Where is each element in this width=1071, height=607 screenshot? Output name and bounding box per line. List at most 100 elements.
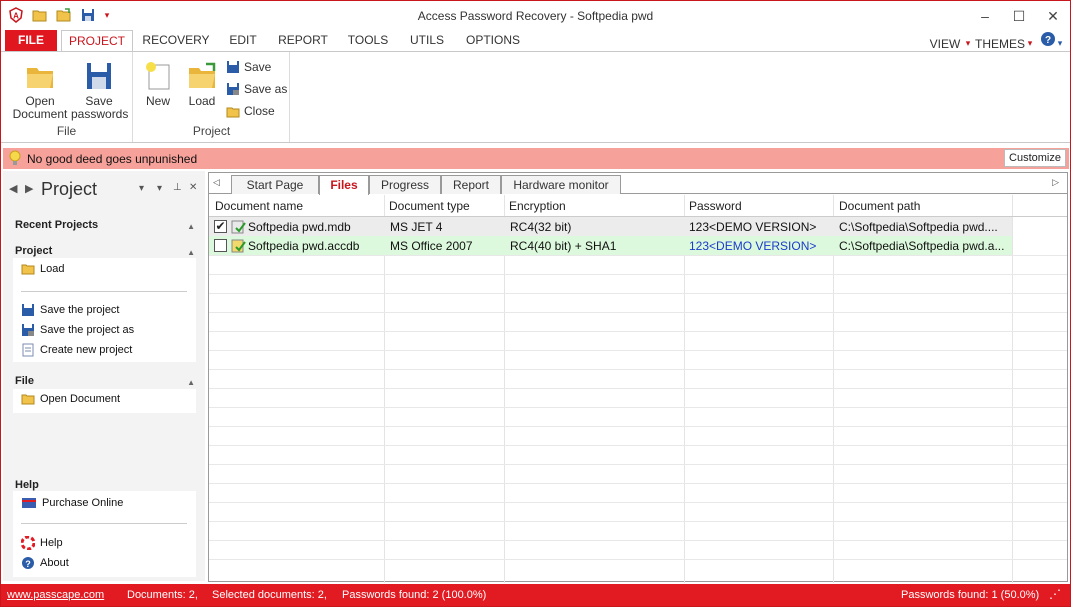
purchase-online-label: Purchase Online [42, 497, 124, 509]
grid-row-line [209, 426, 1067, 427]
load-link-label: Load [40, 263, 65, 275]
website-link[interactable]: www.passcape.com [7, 589, 104, 601]
save-passwords-button[interactable]: Save passwords [69, 60, 129, 121]
file-group-label: File [56, 124, 77, 138]
grid-row-line [209, 350, 1067, 351]
tab-recovery[interactable]: RECOVERY [141, 30, 211, 51]
load-project-link[interactable]: Load [21, 263, 64, 275]
open-document-link[interactable]: Open Document [21, 393, 120, 405]
file-collapse-icon[interactable]: ▲ [187, 378, 195, 387]
tabs-scroll-left-icon[interactable]: ◁ [213, 177, 220, 188]
col-password[interactable]: Password [689, 199, 742, 213]
about-link[interactable]: ? About [21, 556, 69, 570]
ribbon-group-file: Open Document Save passwords File [1, 52, 133, 142]
help-section-header[interactable]: Help [15, 479, 39, 491]
load-project-button[interactable]: Load [182, 60, 222, 108]
col-document-name[interactable]: Document name [215, 199, 303, 213]
close-project-button[interactable]: Close [226, 104, 275, 118]
cell-encryption: RC4(40 bit) + SHA1 [510, 239, 617, 253]
tab-progress[interactable]: Progress [369, 175, 441, 194]
project-section-box: Load Save the project Save the project a… [13, 258, 196, 362]
save-project-button[interactable]: Save [226, 60, 271, 74]
save-as-small-icon [227, 83, 239, 95]
passwords-found-right: Passwords found: 1 (50.0%) [901, 589, 1040, 601]
minimize-icon[interactable]: – [968, 1, 1002, 31]
purchase-online-link[interactable]: Purchase Online [21, 497, 123, 509]
tabs-scroll-right-icon[interactable]: ▷ [1052, 177, 1059, 188]
new-project-button[interactable]: New [140, 60, 176, 108]
file-section-box: Open Document [13, 389, 196, 413]
ribbon: Open Document Save passwords File New Lo… [1, 51, 1070, 143]
pin-icon[interactable]: ⊥ [173, 182, 182, 193]
recent-projects-header[interactable]: Recent Projects [15, 219, 98, 231]
save-project-link[interactable]: Save the project [21, 303, 120, 317]
table-row[interactable]: ✔ Softpedia pwd.mdb MS JET 4 RC4(32 bit)… [209, 217, 1012, 236]
customize-button[interactable]: Customize [1004, 149, 1066, 167]
save-as-project-label: Save as [244, 82, 288, 96]
info-bar: No good deed goes unpunished Customize [3, 148, 1069, 169]
main-content: ◁ Start Page Files Progress Report Hardw… [208, 172, 1068, 583]
files-grid: Document name Document type Encryption P… [209, 195, 1067, 583]
cell-password: 123<DEMO VERSION> [689, 220, 817, 234]
row-checkbox[interactable]: ✔ [214, 220, 227, 233]
grid-row-line [209, 274, 1067, 275]
tab-report[interactable]: REPORT [275, 30, 331, 51]
tab-utils[interactable]: UTILS [405, 30, 449, 51]
row-checkbox[interactable] [214, 239, 227, 252]
grid-column-divider [1012, 195, 1013, 583]
tab-options[interactable]: OPTIONS [461, 30, 525, 51]
forward-arrow-icon[interactable]: ▶ [25, 182, 33, 195]
save-project-link-label: Save the project [40, 304, 120, 316]
svg-text:?: ? [1045, 35, 1051, 46]
save-project-as-link[interactable]: Save the project as [21, 323, 134, 337]
tab-files[interactable]: Files [319, 175, 369, 195]
col-encryption[interactable]: Encryption [509, 199, 566, 213]
project-section-header[interactable]: Project [15, 245, 52, 257]
tab-file[interactable]: FILE [5, 30, 57, 51]
maximize-icon[interactable]: ☐ [1002, 1, 1036, 31]
open-document-button[interactable]: Open Document [9, 60, 71, 121]
pane-dropdown-icon[interactable]: ▾ [139, 183, 144, 194]
selected-count: Selected documents: 2, [212, 589, 327, 601]
save-passwords-label: Save passwords [71, 94, 129, 121]
grid-row-line [209, 521, 1067, 522]
project-collapse-icon[interactable]: ▲ [187, 248, 195, 257]
close-icon[interactable]: ✕ [1036, 1, 1070, 31]
tab-hardware-monitor[interactable]: Hardware monitor [501, 175, 621, 194]
database-icon [231, 238, 246, 256]
col-document-path[interactable]: Document path [839, 199, 920, 213]
documents-count: Documents: 2, [127, 589, 198, 601]
title-bar: A ▾ Access Password Recovery - Softpedia… [1, 1, 1070, 31]
table-row[interactable]: Softpedia pwd.accdb MS Office 2007 RC4(4… [209, 236, 1012, 255]
load-folder-icon [21, 264, 35, 275]
tab-edit[interactable]: EDIT [223, 30, 263, 51]
help-section-box: Purchase Online Help ? About [13, 491, 196, 577]
open-document-label: Open Document [12, 94, 68, 121]
info-message: No good deed goes unpunished [27, 151, 198, 166]
create-project-link[interactable]: Create new project [21, 343, 132, 357]
grid-row-line [209, 464, 1067, 465]
credit-card-icon [22, 498, 36, 508]
help-link[interactable]: Help [21, 536, 63, 550]
load-project-icon [186, 60, 218, 92]
tab-project[interactable]: PROJECT [61, 30, 133, 52]
pane-close-icon[interactable]: ✕ [189, 182, 197, 193]
save-as-project-button[interactable]: Save as [226, 82, 287, 96]
file-section-header[interactable]: File [15, 375, 34, 387]
svg-text:?: ? [25, 559, 31, 569]
recent-collapse-icon[interactable]: ▲ [187, 222, 195, 231]
cell-name: Softpedia pwd.mdb [248, 220, 351, 234]
cell-name: Softpedia pwd.accdb [248, 239, 360, 253]
back-arrow-icon[interactable]: ◀ [9, 182, 17, 195]
app-window: A ▾ Access Password Recovery - Softpedia… [0, 0, 1071, 607]
window-title: Access Password Recovery - Softpedia pwd [417, 9, 654, 23]
col-document-type[interactable]: Document type [389, 199, 470, 213]
window-controls: – ☐ ✕ [968, 1, 1070, 31]
grid-row-line [209, 559, 1067, 560]
save-small-icon [227, 61, 239, 73]
pane-dropdown-2-icon[interactable]: ▾ [157, 183, 162, 194]
tab-report[interactable]: Report [441, 175, 501, 194]
tab-tools[interactable]: TOOLS [343, 30, 393, 51]
tab-start-page[interactable]: Start Page [231, 175, 319, 194]
resize-grip-icon[interactable]: ⋰ [1049, 587, 1061, 601]
